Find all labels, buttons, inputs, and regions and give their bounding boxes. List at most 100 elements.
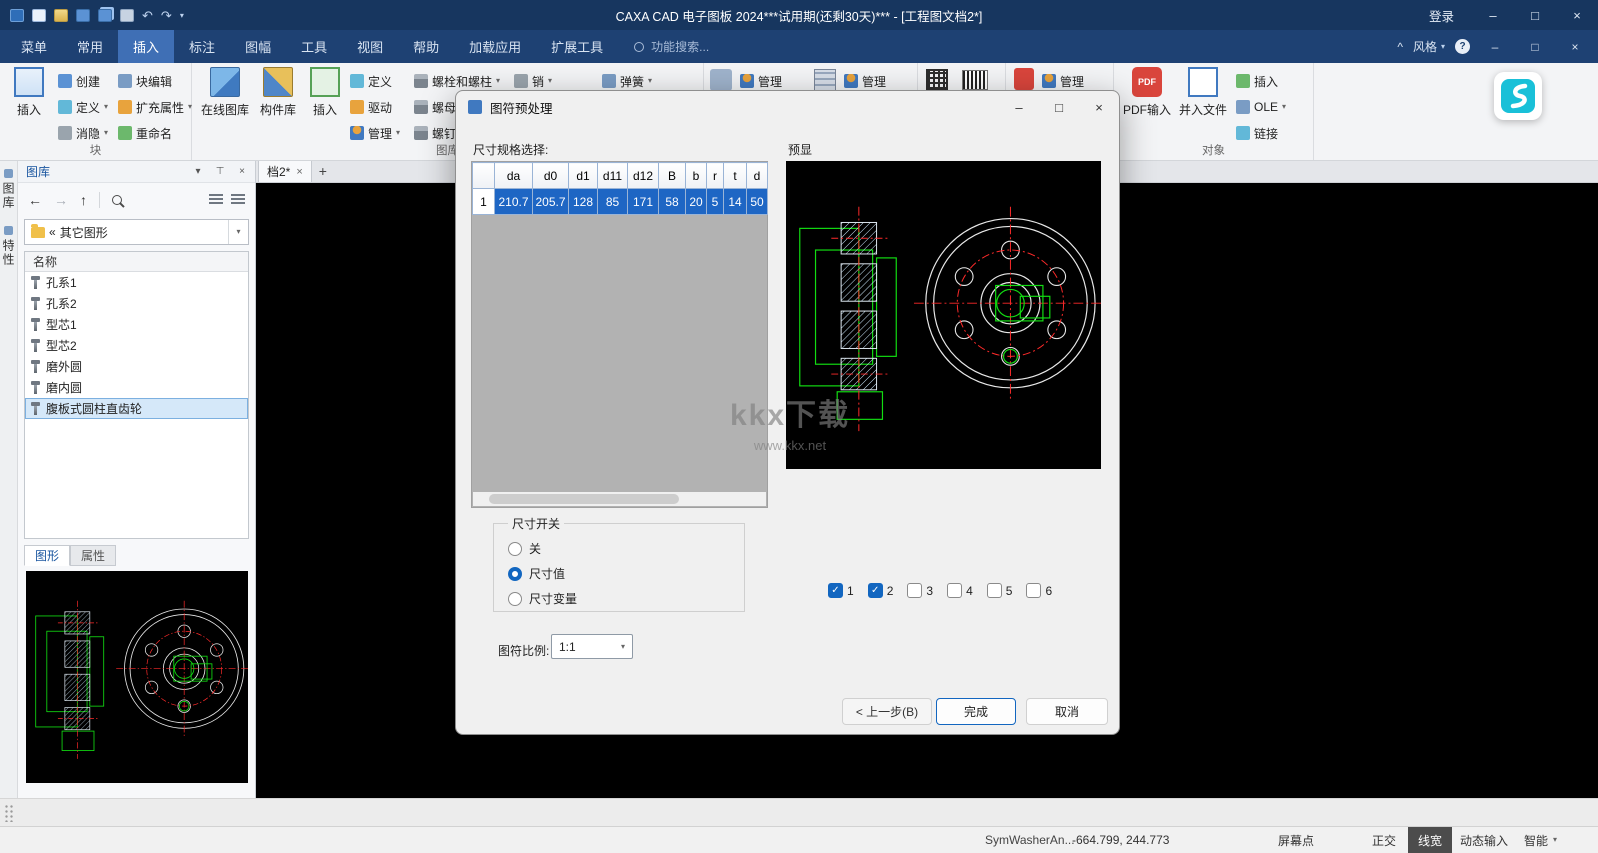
cell-d11[interactable]: 85 xyxy=(598,189,628,215)
dialog-close-button[interactable]: × xyxy=(1079,91,1119,123)
cell-d1[interactable]: 128 xyxy=(569,189,598,215)
previous-step-button[interactable]: < 上一步(B) xyxy=(842,698,932,725)
cell-t[interactable]: 14 xyxy=(724,189,747,215)
screen-point-mode[interactable]: 屏幕点 xyxy=(1278,827,1314,853)
create-block-button[interactable]: 创建 xyxy=(58,69,100,93)
drive-symbol-button[interactable]: 驱动 xyxy=(350,95,392,119)
col-header[interactable]: da xyxy=(495,163,533,189)
up-button[interactable]: ↑ xyxy=(80,192,87,208)
doc-close-button[interactable]: × xyxy=(1560,36,1590,58)
cell-da[interactable]: 210.7 xyxy=(495,189,533,215)
tab-extended-tools[interactable]: 扩展工具 xyxy=(536,30,618,63)
undo-icon[interactable]: ↶ xyxy=(142,9,153,22)
col-header[interactable]: d1 xyxy=(569,163,598,189)
panel-pin-icon[interactable]: ⊤ xyxy=(213,166,227,177)
floating-plugin-logo[interactable] xyxy=(1494,72,1542,120)
ole-button[interactable]: OLE ▾ xyxy=(1236,95,1286,119)
view-checkbox-1[interactable]: ✓ 1 xyxy=(828,583,854,598)
back-button[interactable]: ← xyxy=(28,192,42,208)
view-checkbox-4[interactable]: 4 xyxy=(947,583,973,598)
horizontal-scrollbar[interactable] xyxy=(473,492,766,506)
search-icon[interactable] xyxy=(112,195,122,205)
edit-block-button[interactable]: 块编辑 xyxy=(118,69,172,93)
list-item[interactable]: 磨外圆 xyxy=(25,356,248,377)
tab-tools[interactable]: 工具 xyxy=(286,30,342,63)
qat-customize-caret-icon[interactable]: ▾ xyxy=(180,11,184,20)
expand-attribute-button[interactable]: 扩充属性 ▾ xyxy=(118,95,192,119)
close-button[interactable]: × xyxy=(1556,0,1598,30)
define-symbol-button[interactable]: 定义 xyxy=(350,69,392,93)
minimize-button[interactable]: – xyxy=(1472,0,1514,30)
symbol-scale-select[interactable]: 1:1 ▾ xyxy=(551,634,633,659)
tab-view[interactable]: 视图 xyxy=(342,30,398,63)
cell-d0[interactable]: 205.7 xyxy=(533,189,569,215)
insert-object-button[interactable]: 插入 xyxy=(1236,69,1278,93)
tab-annotate[interactable]: 标注 xyxy=(174,30,230,63)
login-button[interactable]: 登录 xyxy=(1411,0,1472,30)
col-header[interactable]: B xyxy=(659,163,686,189)
radio-dim-off[interactable]: 关 xyxy=(508,536,744,561)
snap-mode-select[interactable]: 智能 ▾ xyxy=(1524,827,1557,853)
list-item[interactable]: 型芯1 xyxy=(25,314,248,335)
col-header[interactable]: d11 xyxy=(598,163,628,189)
doc-minimize-button[interactable]: – xyxy=(1480,36,1510,58)
col-header[interactable]: d xyxy=(747,163,768,189)
view-checkbox-2[interactable]: ✓ 2 xyxy=(868,583,894,598)
view-checkbox-6[interactable]: 6 xyxy=(1026,583,1052,598)
dialog-maximize-button[interactable]: □ xyxy=(1039,91,1079,123)
cancel-button[interactable]: 取消 xyxy=(1026,698,1108,725)
tab-insert[interactable]: 插入 xyxy=(118,30,174,63)
tab-help[interactable]: 帮助 xyxy=(398,30,454,63)
component-library-button[interactable]: 构件库 xyxy=(254,67,302,118)
doc-restore-button[interactable]: □ xyxy=(1520,36,1550,58)
view-checkbox-5[interactable]: 5 xyxy=(987,583,1013,598)
cell-d12[interactable]: 171 xyxy=(628,189,659,215)
define-block-button[interactable]: 定义 ▾ xyxy=(58,95,108,119)
panel-menu-icon[interactable]: ▾ xyxy=(191,166,205,177)
document-tab[interactable]: 档2* × xyxy=(258,160,312,182)
new-document-tab-button[interactable]: + xyxy=(312,160,334,182)
title-block-icon[interactable] xyxy=(814,69,836,91)
tab-menu[interactable]: 菜单 xyxy=(6,30,62,63)
list-item[interactable]: 磨内圆 xyxy=(25,377,248,398)
print-icon[interactable] xyxy=(120,9,134,22)
dock-tab-properties[interactable]: 特性 xyxy=(0,226,17,267)
tab-graphic[interactable]: 图形 xyxy=(24,545,70,566)
col-header[interactable]: d12 xyxy=(628,163,659,189)
line-width-toggle[interactable]: 线宽 xyxy=(1408,827,1452,853)
col-header[interactable]: t xyxy=(724,163,747,189)
list-item-selected[interactable]: 腹板式圆柱直齿轮 xyxy=(25,398,248,419)
radio-dim-variable[interactable]: 尺寸变量 xyxy=(508,586,744,611)
dock-grip-handle[interactable] xyxy=(4,804,14,822)
list-item[interactable]: 孔系1 xyxy=(25,272,248,293)
insert-symbol-button[interactable]: 插入 xyxy=(304,67,346,118)
qr-code-icon[interactable] xyxy=(926,69,948,91)
scrollbar-thumb[interactable] xyxy=(489,494,679,504)
merge-file-button[interactable]: 并入文件 xyxy=(1176,67,1230,118)
frame-tool-icon[interactable] xyxy=(710,69,732,91)
col-header[interactable]: d0 xyxy=(533,163,569,189)
address-dropdown-button[interactable]: ▾ xyxy=(228,220,248,244)
tab-attributes[interactable]: 属性 xyxy=(70,545,116,566)
dock-tab-library[interactable]: 图库 xyxy=(0,169,17,210)
save-icon[interactable] xyxy=(76,9,90,22)
col-header[interactable]: b xyxy=(686,163,707,189)
list-view-icon[interactable] xyxy=(209,194,223,206)
cell-r[interactable]: 5 xyxy=(707,189,724,215)
forward-button[interactable]: → xyxy=(54,192,68,208)
dialog-minimize-button[interactable]: – xyxy=(999,91,1039,123)
maximize-button[interactable]: □ xyxy=(1514,0,1556,30)
list-item[interactable]: 孔系2 xyxy=(25,293,248,314)
pdf-icon[interactable] xyxy=(1014,68,1034,90)
radio-dim-value[interactable]: 尺寸值 xyxy=(508,561,744,586)
cell-B[interactable]: 58 xyxy=(659,189,686,215)
detail-view-icon[interactable] xyxy=(231,194,245,206)
cell-b[interactable]: 20 xyxy=(686,189,707,215)
pdf-input-button[interactable]: PDF PDF输入 xyxy=(1120,67,1174,118)
cell-d[interactable]: 50 xyxy=(747,189,768,215)
open-file-icon[interactable] xyxy=(54,9,68,22)
panel-close-icon[interactable]: × xyxy=(235,166,249,177)
online-library-button[interactable]: 在线图库 xyxy=(198,67,252,118)
function-search[interactable]: 功能搜索... xyxy=(634,30,709,63)
barcode-icon[interactable] xyxy=(962,70,988,90)
